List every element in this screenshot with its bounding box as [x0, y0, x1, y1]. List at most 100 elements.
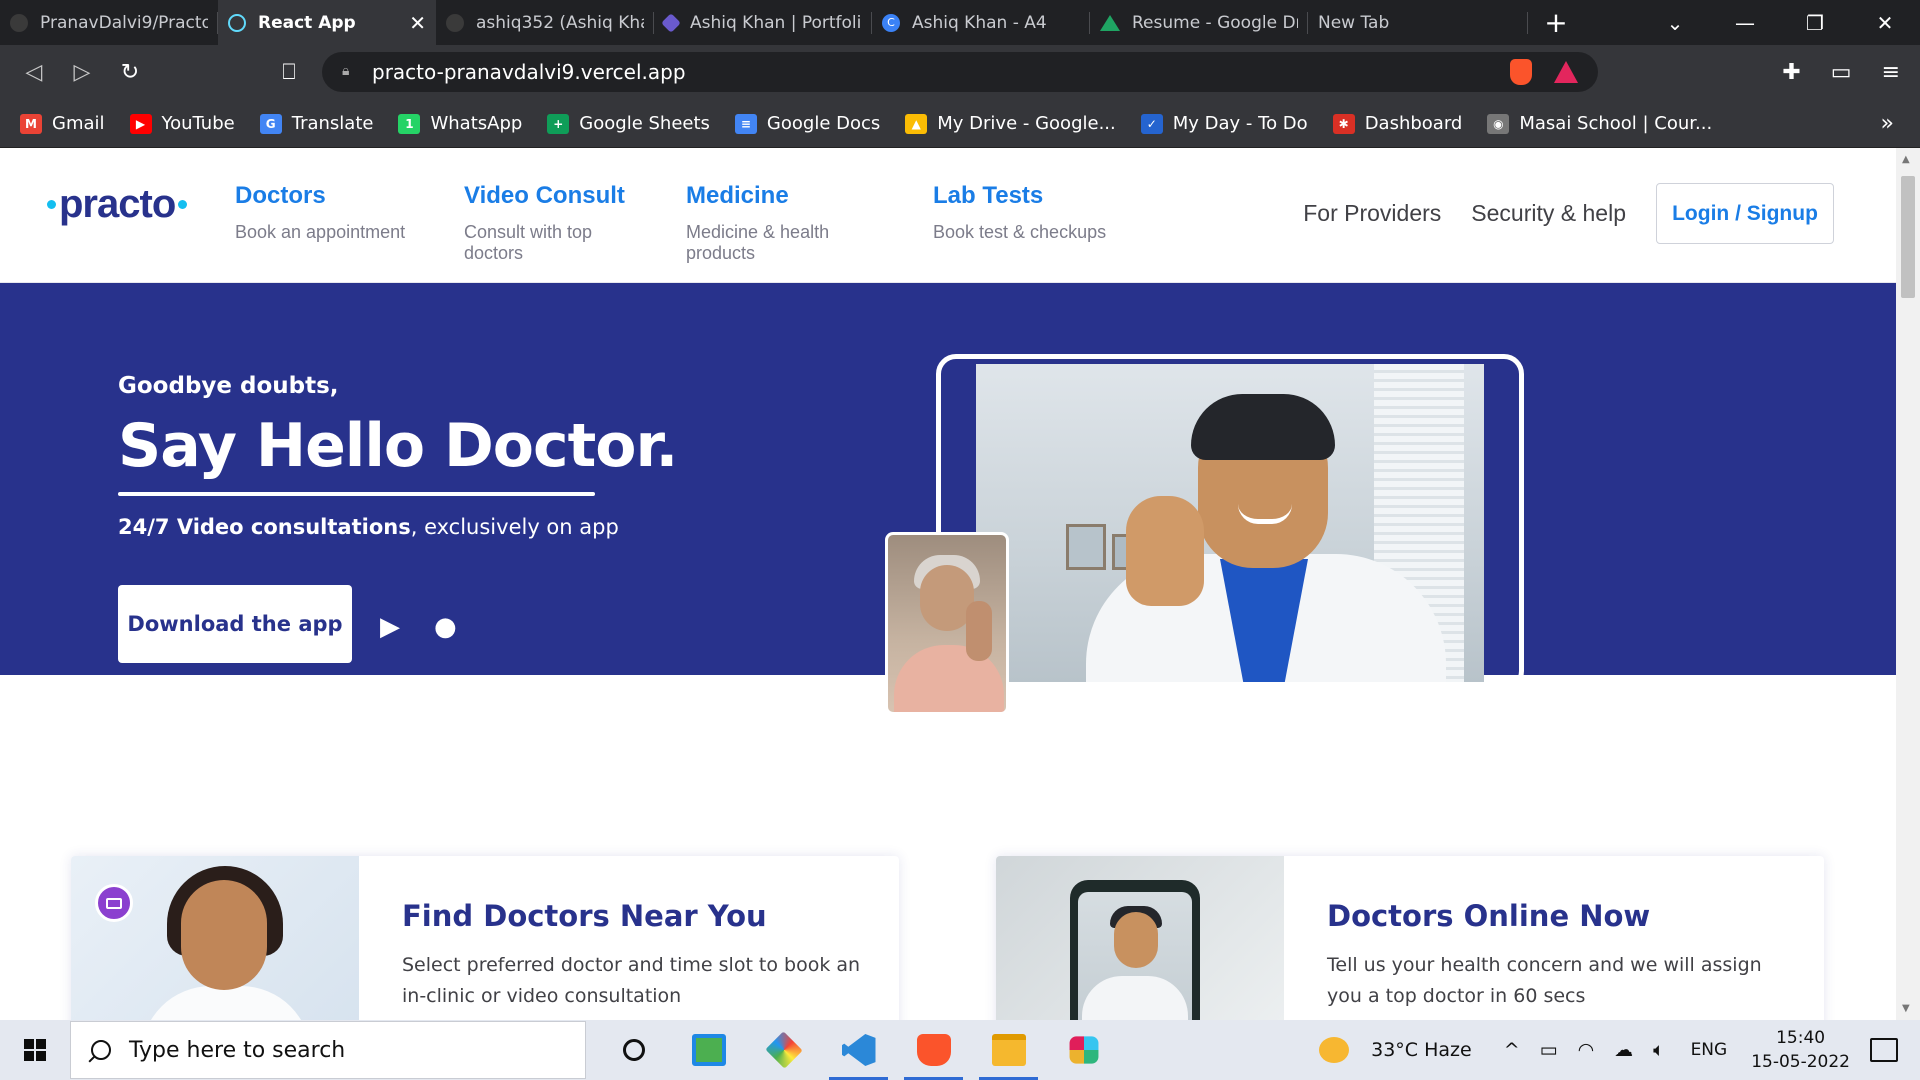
card-description: Select preferred doctor and time slot to… — [402, 954, 861, 1007]
doctor-video-image — [976, 364, 1484, 682]
bookmark-whatsapp[interactable]: 1 WhatsApp — [398, 113, 522, 134]
scroll-down-icon[interactable]: ▼ — [1902, 1003, 1910, 1014]
vscode-icon[interactable] — [821, 1020, 896, 1080]
bookmark-favicon-icon: ≡ — [734, 113, 757, 134]
tab-canva[interactable]: C Ashiq Khan - A4 — [872, 0, 1090, 45]
show-hidden-icons-chevron-icon[interactable]: ^ — [1504, 1039, 1520, 1061]
scroll-up-icon[interactable]: ▲ — [1902, 154, 1910, 165]
tab-github-practo[interactable]: PranavDalvi9/Practo — [0, 0, 218, 45]
clock[interactable]: 15:40 15-05-2022 — [1751, 1026, 1850, 1074]
more-bookmarks-chevron-icon[interactable]: » — [1881, 111, 1894, 136]
bookmark-favicon-icon: ◉ — [1487, 113, 1510, 134]
hero-subline-rest: , exclusively on app — [410, 515, 619, 539]
restore-icon[interactable]: ❐ — [1780, 11, 1850, 35]
close-window-icon[interactable]: ✕ — [1850, 11, 1920, 35]
address-bar-extensions — [1510, 59, 1598, 85]
volume-icon[interactable]: 🔈︎ — [1653, 1039, 1664, 1061]
close-tab-icon[interactable]: ✕ — [409, 11, 426, 35]
google-play-icon[interactable]: ▶ — [380, 612, 400, 642]
minimize-icon[interactable]: — — [1710, 11, 1780, 35]
tab-new-tab[interactable]: New Tab — [1308, 0, 1528, 45]
battery-icon[interactable]: ▭ — [1540, 1039, 1558, 1061]
security-help-link[interactable]: Security & help — [1471, 200, 1626, 227]
back-icon[interactable]: ◁ — [10, 49, 58, 97]
nav-video-consult[interactable]: Video Consult Consult with top doctors — [464, 182, 656, 264]
bookmark-masai-school-cour[interactable]: ◉ Masai School | Cour... — [1487, 113, 1712, 134]
nav-title: Video Consult — [464, 182, 625, 209]
apple-icon[interactable]: ● — [434, 612, 457, 642]
page-viewport: practo Doctors Book an appointment Video… — [0, 148, 1896, 1020]
nav-doctors[interactable]: Doctors Book an appointment — [235, 182, 434, 264]
brave-shields-icon[interactable] — [1510, 59, 1532, 85]
bookmark-google-sheets[interactable]: + Google Sheets — [547, 113, 710, 134]
doctors-online-card[interactable]: Doctors Online Now Tell us your health c… — [996, 856, 1824, 1020]
onedrive-icon[interactable]: ☁ — [1614, 1039, 1633, 1061]
taskbar-search-box[interactable]: Type here to search — [70, 1021, 586, 1079]
nav-lab-tests[interactable]: Lab Tests Book test & checkups — [933, 182, 1143, 264]
reload-icon[interactable]: ↻ — [106, 49, 154, 97]
wifi-icon[interactable]: ◠ — [1578, 1039, 1595, 1061]
tab-react-app[interactable]: React App ✕ — [218, 0, 436, 45]
browser-toolbar: ◁ ▷ ↻ ⎕ 🔒︎ practo-pranavdalvi9.vercel.ap… — [0, 45, 1920, 100]
tab-portfolio[interactable]: Ashiq Khan | Portfoli — [654, 0, 872, 45]
weather-text[interactable]: 33°C Haze — [1371, 1039, 1472, 1061]
bookmark-label: Masai School | Cour... — [1519, 113, 1713, 134]
bookmark-youtube[interactable]: ▶ YouTube — [129, 113, 235, 134]
bookmark-icon[interactable]: ⎕ — [265, 49, 313, 97]
file-explorer-icon[interactable] — [971, 1020, 1046, 1080]
login-signup-button[interactable]: Login / Signup — [1656, 183, 1834, 244]
bookmark-dashboard[interactable]: ✱ Dashboard — [1332, 113, 1463, 134]
doctor-face — [181, 880, 267, 990]
tab-github-ashiq[interactable]: ashiq352 (Ashiq Kha — [436, 0, 654, 45]
tab-search-chevron-icon[interactable]: ⌄ — [1640, 11, 1710, 35]
wallet-icon[interactable]: ▭ — [1831, 60, 1852, 85]
scrollbar-thumb[interactable] — [1901, 176, 1915, 298]
for-providers-link[interactable]: For Providers — [1303, 200, 1441, 227]
language-indicator[interactable]: ENG — [1691, 1040, 1728, 1060]
brave-rewards-icon[interactable] — [1554, 61, 1578, 83]
new-tab-plus-icon[interactable]: + — [1528, 0, 1584, 45]
tab-title: Ashiq Khan - A4 — [912, 12, 1047, 33]
practo-logo[interactable]: practo — [44, 182, 190, 227]
notification-center-icon[interactable] — [1870, 1038, 1898, 1062]
bookmark-my-drive-google[interactable]: ▲ My Drive - Google... — [905, 113, 1116, 134]
practo-header: practo Doctors Book an appointment Video… — [0, 148, 1896, 283]
bookmark-label: Google Docs — [766, 113, 881, 134]
find-doctors-card[interactable]: Find Doctors Near You Select preferred d… — [71, 856, 899, 1020]
nav-subtitle: Consult with top doctors — [464, 222, 593, 263]
cortana-icon[interactable] — [596, 1020, 671, 1080]
bookmark-my-day-to-do[interactable]: ✓ My Day - To Do — [1140, 113, 1308, 134]
window-controls: ⌄ — ❐ ✕ — [1640, 0, 1920, 45]
bookmark-favicon-icon: G — [259, 113, 282, 134]
hero-banner: Goodbye doubts, Say Hello Doctor. 24/7 V… — [0, 283, 1896, 715]
bookmark-label: Dashboard — [1364, 113, 1463, 134]
bookmark-label: My Day - To Do — [1172, 113, 1308, 134]
page-scrollbar[interactable]: ▲ ▼ — [1896, 148, 1920, 1020]
download-app-button[interactable]: Download the app — [118, 585, 352, 663]
menu-icon[interactable]: ≡ — [1882, 60, 1900, 85]
headline-underline — [118, 492, 595, 496]
task-manager-icon[interactable] — [671, 1020, 746, 1080]
forward-icon[interactable]: ▷ — [58, 49, 106, 97]
brave-browser-icon[interactable] — [896, 1020, 971, 1080]
nav-title: Doctors — [235, 182, 326, 209]
tab-google-drive[interactable]: Resume - Google Dr — [1090, 0, 1308, 45]
bookmarks-bar: M Gmail ▶ YouTube G Translate 1 WhatsApp + Google… — [0, 100, 1920, 148]
address-bar[interactable]: 🔒︎ practo-pranavdalvi9.vercel.app — [322, 52, 1598, 92]
slack-icon[interactable] — [1046, 1020, 1121, 1080]
nav-medicine[interactable]: Medicine Medicine & health products — [686, 182, 903, 264]
lock-icon: 🔒︎ — [342, 63, 350, 79]
bookmark-google-docs[interactable]: ≡ Google Docs — [734, 113, 881, 134]
bookmark-label: Google Sheets — [579, 113, 710, 134]
wall-frame — [1066, 524, 1106, 570]
bookmark-favicon-icon: ▲ — [905, 113, 928, 134]
bookmark-label: Translate — [291, 113, 374, 134]
windows-start-icon[interactable] — [0, 1020, 70, 1080]
app-icon-colorful[interactable] — [746, 1020, 821, 1080]
weather-haze-icon[interactable] — [1319, 1037, 1350, 1063]
portfolio-icon — [661, 12, 681, 33]
extensions-icon[interactable]: ✚ — [1782, 60, 1800, 85]
bookmark-translate[interactable]: G Translate — [259, 113, 374, 134]
bookmark-gmail[interactable]: M Gmail — [20, 113, 105, 134]
bookmark-favicon-icon: 1 — [398, 113, 421, 134]
